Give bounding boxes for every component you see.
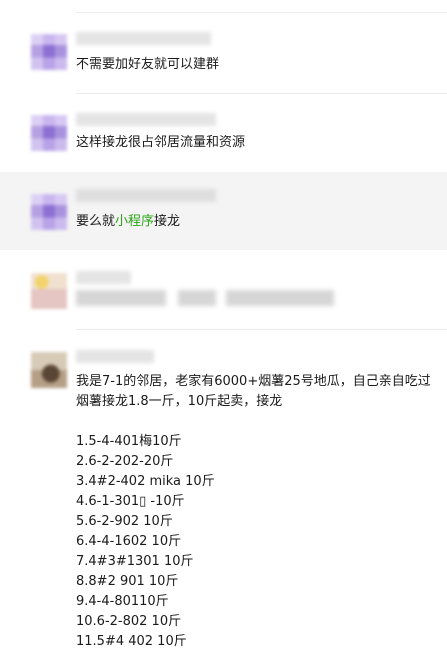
avatar[interactable] xyxy=(31,194,67,230)
avatar[interactable] xyxy=(31,273,67,309)
list-item: 5.6-2-902 10斤 xyxy=(76,514,173,529)
list-item: 3.4#2-402 mika 10斤 xyxy=(76,474,215,489)
list-item: 6.4-4-1602 10斤 xyxy=(76,534,182,549)
comment-text: 不需要加好友就可以建群 xyxy=(76,57,220,72)
comment-row-3[interactable]: 要么就小程序接龙 xyxy=(0,172,447,250)
list-item: 1.5-4-401梅10斤 xyxy=(76,434,182,449)
comment-row-4[interactable] xyxy=(0,251,447,329)
mini-program-link[interactable]: 小程序 xyxy=(115,214,154,229)
comment-row-2[interactable]: 这样接龙很占邻居流量和资源 xyxy=(0,94,447,171)
post-content: 我是7-1的邻居，老家有6000+烟薯25号地瓜，自己亲自吃过 烟薯接龙1.8一… xyxy=(76,372,447,652)
list-item: 10.6-2-802 10斤 xyxy=(76,614,182,629)
list-item: 2.6-2-202-20斤 xyxy=(76,454,174,469)
list-item: 11.5#4 402 10斤 xyxy=(76,634,187,649)
blurred-username[interactable] xyxy=(76,113,216,126)
blurred-comment-text xyxy=(226,290,334,306)
list-item: 4.6-1-301▯ -10斤 xyxy=(76,494,185,509)
blurred-comment-text xyxy=(178,290,216,306)
post-line: 我是7-1的邻居，老家有6000+烟薯25号地瓜，自己亲自吃过 xyxy=(76,374,431,389)
comment-text: 要么就小程序接龙 xyxy=(76,212,180,231)
comment-row-1[interactable]: 不需要加好友就可以建群 xyxy=(0,13,447,93)
list-item: 7.4#3#1301 10斤 xyxy=(76,554,194,569)
blurred-username[interactable] xyxy=(76,32,211,45)
comment-text: 这样接龙很占邻居流量和资源 xyxy=(76,135,246,150)
list-item: 8.8#2 901 10斤 xyxy=(76,574,179,589)
avatar[interactable] xyxy=(31,115,67,151)
comment-text-end: 接龙 xyxy=(154,214,181,229)
comment-text-start: 要么就 xyxy=(76,214,116,229)
post-line: 烟薯接龙1.8一斤，10斤起卖，接龙 xyxy=(76,394,283,409)
list-item: 9.4-4-80110斤 xyxy=(76,594,169,609)
avatar[interactable] xyxy=(31,34,67,70)
blurred-username[interactable] xyxy=(76,350,154,363)
blurred-username[interactable] xyxy=(76,271,131,284)
avatar[interactable] xyxy=(31,352,67,388)
blurred-comment-text xyxy=(76,290,166,306)
blurred-username[interactable] xyxy=(76,189,216,202)
